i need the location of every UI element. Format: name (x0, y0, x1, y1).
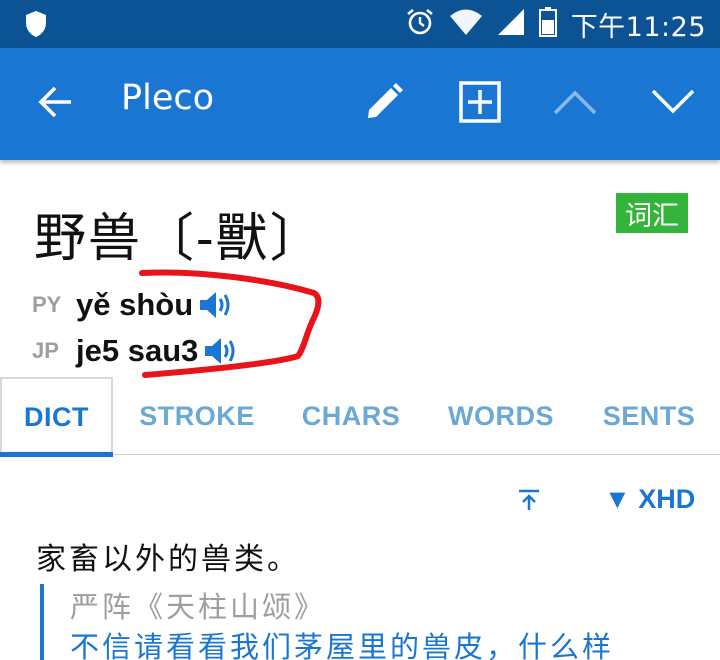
next-button[interactable] (640, 48, 706, 160)
status-bar: 下午11:25 (0, 0, 720, 48)
tab-bar: DICT STROKE CHARS WORDS SENTS (0, 377, 720, 457)
speaker-icon[interactable] (199, 290, 235, 320)
back-arrow-icon (37, 85, 73, 123)
app-title: Pleco (121, 78, 215, 118)
dictionary-source-selector[interactable]: ▼ XHD (604, 484, 695, 515)
tab-dict[interactable]: DICT (0, 377, 113, 457)
pinyin-value: yě shòu (76, 287, 194, 322)
shield-icon (24, 10, 48, 42)
example-source: 严阵《天柱山颂》 (70, 590, 327, 624)
edit-button[interactable] (352, 48, 416, 160)
chevron-up-icon (553, 89, 597, 119)
tab-words-label: WORDS (448, 400, 554, 431)
add-box-icon (459, 81, 501, 127)
add-button[interactable] (448, 48, 512, 160)
jyutping-value: je5 sau3 (76, 333, 199, 368)
pinyin-tag: PY (32, 292, 62, 317)
vocabulary-badge: 词汇 (616, 193, 688, 233)
tab-words[interactable]: WORDS (440, 377, 562, 455)
headword: 野兽〔-獸〕 (34, 209, 324, 269)
tab-sents-label: SENTS (602, 400, 696, 431)
edit-icon (364, 82, 404, 126)
speaker-icon[interactable] (204, 336, 240, 366)
tab-stroke[interactable]: STROKE (130, 377, 264, 455)
alarm-icon (405, 7, 435, 41)
wifi-icon (449, 8, 483, 40)
tab-chars-label: CHARS (301, 400, 401, 431)
battery-icon (538, 7, 557, 41)
chevron-down-icon (651, 89, 695, 119)
status-time: 下午11:25 (570, 11, 706, 43)
signal-icon (497, 8, 525, 40)
definition-text: 家畜以外的兽类。 (36, 542, 300, 577)
collapse-to-top-icon[interactable] (516, 488, 542, 516)
tab-chars[interactable]: CHARS (292, 377, 410, 455)
tab-dict-label: DICT (24, 401, 89, 432)
tab-stroke-label: STROKE (139, 400, 255, 431)
tab-sents[interactable]: SENTS (596, 377, 702, 455)
jyutping-tag: JP (32, 338, 59, 363)
pinyin-row: PY yě shòu (32, 285, 235, 325)
previous-button[interactable] (542, 48, 608, 160)
status-icons: 下午11:25 (405, 0, 706, 48)
back-button[interactable] (22, 48, 88, 160)
active-tab-indicator (0, 452, 113, 457)
app-bar: Pleco (0, 48, 720, 160)
example-quote-bar (40, 584, 44, 660)
example-text[interactable]: 不信请看看我们茅屋里的兽皮，什么样 (70, 624, 614, 660)
jyutping-row: JP je5 sau3 (32, 331, 240, 371)
